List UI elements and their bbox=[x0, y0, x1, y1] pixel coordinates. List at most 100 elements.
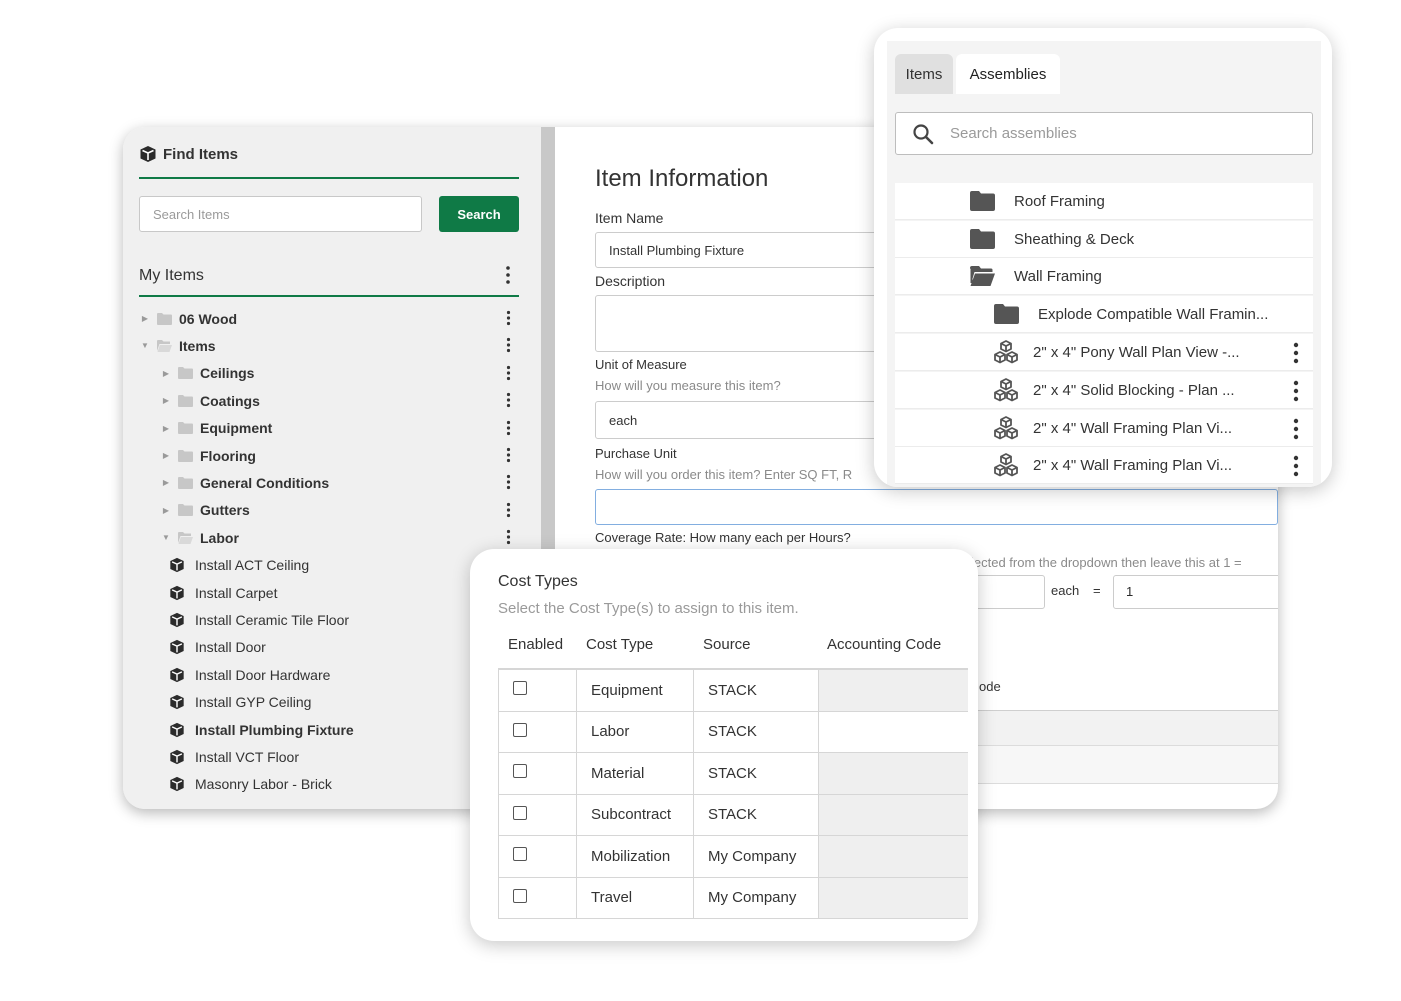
search-items-input[interactable] bbox=[139, 196, 422, 232]
assembly-folder-row[interactable]: Explode Compatible Wall Framin... bbox=[895, 296, 1313, 333]
assembly-row[interactable]: 2" x 4" Wall Framing Plan Vi... bbox=[895, 447, 1313, 484]
assembly-folder-row[interactable]: Sheathing & Deck bbox=[895, 221, 1313, 258]
kebab-menu-icon[interactable] bbox=[506, 474, 511, 490]
tree-folder-row[interactable]: ▶ 06 Wood bbox=[139, 305, 519, 332]
tree-folder-row[interactable]: ▶ Coatings bbox=[139, 387, 519, 414]
caret-down-icon[interactable]: ▼ bbox=[160, 533, 172, 542]
kebab-menu-icon[interactable] bbox=[1293, 380, 1299, 402]
source-cell: STACK bbox=[693, 710, 819, 753]
cube-icon bbox=[140, 146, 156, 162]
assembly-row-label: Roof Framing bbox=[1014, 192, 1105, 210]
enabled-checkbox[interactable] bbox=[513, 681, 527, 696]
kebab-menu-icon[interactable] bbox=[506, 420, 511, 436]
accounting-code-input[interactable] bbox=[818, 793, 968, 836]
caret-right-icon[interactable]: ▶ bbox=[160, 478, 172, 487]
cost-types-subtitle: Select the Cost Type(s) to assign to thi… bbox=[498, 600, 799, 617]
caret-right-icon[interactable]: ▶ bbox=[160, 424, 172, 433]
tab-assemblies[interactable]: Assemblies bbox=[956, 54, 1060, 94]
kebab-menu-icon[interactable] bbox=[506, 337, 511, 353]
item-cube-icon bbox=[170, 694, 184, 710]
kebab-menu-icon[interactable] bbox=[506, 447, 511, 463]
enabled-checkbox[interactable] bbox=[513, 847, 527, 862]
coverage-hint: lected from the dropdown then leave this… bbox=[971, 555, 1242, 570]
enabled-checkbox[interactable] bbox=[513, 888, 527, 903]
table-row: Equipment STACK bbox=[498, 669, 968, 712]
tree-folder-row[interactable]: ▼ Labor bbox=[139, 524, 519, 551]
equals-sign: = bbox=[1093, 583, 1101, 598]
assembly-row-label: 2" x 4" Pony Wall Plan View -... bbox=[1033, 343, 1240, 361]
purchase-unit-input[interactable] bbox=[595, 489, 1278, 525]
enabled-checkbox[interactable] bbox=[513, 764, 527, 779]
cost-type-cell: Mobilization bbox=[576, 835, 694, 878]
tree-item-row[interactable]: Install VCT Floor bbox=[139, 743, 519, 770]
assembly-row[interactable]: 2" x 4" Pony Wall Plan View -... bbox=[895, 334, 1313, 371]
tree-item-row[interactable]: Install Door bbox=[139, 634, 519, 661]
tree-item-row[interactable]: Install ACT Ceiling bbox=[139, 552, 519, 579]
tree-folder-row[interactable]: ▶ Gutters bbox=[139, 497, 519, 524]
kebab-menu-icon[interactable] bbox=[506, 365, 511, 381]
kebab-menu-icon[interactable] bbox=[506, 502, 511, 518]
tree-row-label: Coatings bbox=[200, 392, 260, 409]
tree-folder-row[interactable]: ▶ Flooring bbox=[139, 442, 519, 469]
coverage-unit: each bbox=[1051, 583, 1080, 598]
cost-type-cell: Labor bbox=[576, 710, 694, 753]
caret-right-icon[interactable]: ▶ bbox=[139, 314, 151, 323]
assembly-row[interactable]: 2" x 4" Solid Blocking - Plan ... bbox=[895, 372, 1313, 409]
caret-right-icon[interactable]: ▶ bbox=[160, 396, 172, 405]
folder-icon bbox=[178, 476, 193, 489]
search-button[interactable]: Search bbox=[439, 196, 519, 232]
enabled-checkbox[interactable] bbox=[513, 805, 527, 820]
accounting-code-input[interactable] bbox=[818, 669, 968, 712]
enabled-cell bbox=[498, 876, 577, 919]
folder-icon bbox=[970, 191, 995, 211]
tree-row-label: Equipment bbox=[200, 420, 273, 437]
assembly-folder-row[interactable]: Roof Framing bbox=[895, 183, 1313, 220]
tree-item-row[interactable]: Install Ceramic Tile Floor bbox=[139, 606, 519, 633]
kebab-menu-icon[interactable] bbox=[506, 392, 511, 408]
tree-item-row[interactable]: Install Carpet bbox=[139, 579, 519, 606]
enabled-cell bbox=[498, 835, 577, 878]
caret-right-icon[interactable]: ▶ bbox=[160, 451, 172, 460]
assembly-folder-row[interactable]: Wall Framing bbox=[895, 258, 1313, 295]
accounting-code-input[interactable] bbox=[818, 752, 968, 795]
kebab-menu-icon[interactable] bbox=[1293, 418, 1299, 440]
coverage-rate-input[interactable]: 1 bbox=[1113, 575, 1278, 609]
folder-icon bbox=[178, 367, 193, 380]
assembly-row-label: Wall Framing bbox=[1014, 267, 1102, 285]
accounting-code-input[interactable] bbox=[818, 835, 968, 878]
tab-items[interactable]: Items bbox=[895, 54, 953, 94]
my-items-title: My Items bbox=[139, 267, 204, 284]
enabled-checkbox[interactable] bbox=[513, 722, 527, 737]
tree-item-row[interactable]: Install Plumbing Fixture bbox=[139, 716, 519, 743]
caret-right-icon[interactable]: ▶ bbox=[160, 506, 172, 515]
enabled-cell bbox=[498, 752, 577, 795]
tree-row-label: 06 Wood bbox=[179, 310, 238, 327]
column-header-enabled: Enabled bbox=[508, 636, 564, 653]
tree-item-row[interactable]: Masonry Labor - Brick bbox=[139, 771, 519, 798]
kebab-menu-icon[interactable] bbox=[506, 310, 511, 326]
kebab-menu-icon[interactable] bbox=[1293, 455, 1299, 477]
caret-right-icon[interactable]: ▶ bbox=[160, 369, 172, 378]
item-name-value: Install Plumbing Fixture bbox=[609, 242, 745, 258]
cost-types-table: Equipment STACK Labor STACK Material STACK Sub… bbox=[498, 669, 968, 919]
tree-folder-row[interactable]: ▶ Ceilings bbox=[139, 360, 519, 387]
accounting-code-input[interactable] bbox=[818, 710, 968, 753]
table-row: Travel My Company bbox=[498, 876, 968, 919]
tree-item-row[interactable]: Install GYP Ceiling bbox=[139, 689, 519, 716]
tree-folder-row[interactable]: ▼ Items bbox=[139, 332, 519, 359]
item-cube-icon bbox=[170, 612, 184, 628]
caret-down-icon[interactable]: ▼ bbox=[139, 341, 151, 350]
kebab-menu-icon[interactable] bbox=[1293, 342, 1299, 364]
assemblies-search-input[interactable] bbox=[950, 125, 1290, 142]
column-header-cost-type: Cost Type bbox=[586, 636, 654, 653]
assembly-row[interactable]: 2" x 4" Wall Framing Plan Vi... bbox=[895, 410, 1313, 447]
kebab-menu-icon[interactable] bbox=[505, 265, 511, 285]
assemblies-search-box[interactable] bbox=[895, 112, 1313, 155]
accounting-code-input[interactable] bbox=[818, 876, 968, 919]
source-cell: My Company bbox=[693, 835, 819, 878]
tree-row-label: Items bbox=[179, 337, 216, 354]
tree-folder-row[interactable]: ▶ Equipment bbox=[139, 415, 519, 442]
kebab-menu-icon[interactable] bbox=[506, 529, 511, 545]
tree-folder-row[interactable]: ▶ General Conditions bbox=[139, 469, 519, 496]
tree-item-row[interactable]: Install Door Hardware bbox=[139, 661, 519, 688]
